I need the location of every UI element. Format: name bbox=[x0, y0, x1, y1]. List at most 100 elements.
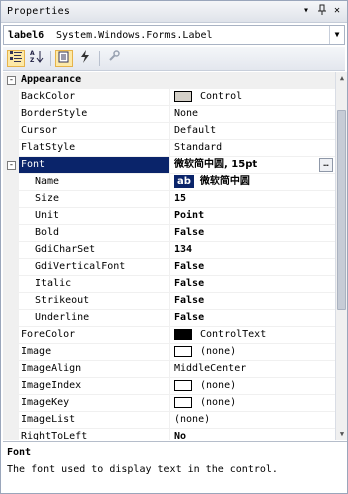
chevron-down-icon[interactable]: ▼ bbox=[329, 26, 344, 44]
property-value[interactable]: MiddleCenter bbox=[170, 361, 335, 378]
font-subproperty-row[interactable]: Italic False bbox=[3, 276, 335, 293]
row-gutter bbox=[3, 208, 19, 225]
property-name: ImageList bbox=[19, 412, 170, 429]
property-row[interactable]: BorderStyle None bbox=[3, 106, 335, 123]
font-subproperty-row[interactable]: Size 15 bbox=[3, 191, 335, 208]
color-swatch bbox=[174, 328, 192, 340]
property-value[interactable]: 微软简中圆, 15pt bbox=[170, 157, 335, 174]
property-value[interactable]: 134 bbox=[170, 242, 335, 259]
row-gutter bbox=[3, 191, 19, 208]
font-subproperty-row[interactable]: GdiVerticalFont False bbox=[3, 259, 335, 276]
property-value-text: (none) bbox=[200, 397, 237, 408]
row-gutter bbox=[3, 327, 19, 344]
scroll-up-icon[interactable]: ▲ bbox=[337, 73, 347, 83]
properties-icon bbox=[58, 51, 69, 63]
property-name: Name bbox=[19, 174, 170, 191]
toolbar-separator bbox=[99, 51, 100, 66]
property-value[interactable]: False bbox=[170, 225, 335, 242]
font-preview-badge: ab bbox=[174, 175, 194, 188]
font-subproperty-row[interactable]: GdiCharSet 134 bbox=[3, 242, 335, 259]
property-row[interactable]: ImageKey (none) bbox=[3, 395, 335, 412]
font-subproperty-row[interactable]: Underline False bbox=[3, 310, 335, 327]
property-row[interactable]: RightToLeft No bbox=[3, 429, 335, 440]
description-panel: Font The font used to display text in th… bbox=[3, 441, 347, 493]
property-name: ImageIndex bbox=[19, 378, 170, 395]
property-value-text: (none) bbox=[200, 346, 237, 357]
property-value[interactable]: (none) bbox=[170, 344, 335, 361]
property-value[interactable]: (none) bbox=[170, 412, 335, 429]
property-row[interactable]: Cursor Default bbox=[3, 123, 335, 140]
font-subproperty-row[interactable]: Unit Point bbox=[3, 208, 335, 225]
property-value[interactable]: False bbox=[170, 310, 335, 327]
property-value[interactable]: False bbox=[170, 276, 335, 293]
object-type: System.Windows.Forms.Label bbox=[56, 30, 213, 41]
vertical-scrollbar[interactable]: ▲ ▼ bbox=[335, 72, 347, 440]
collapse-icon[interactable]: - bbox=[7, 76, 16, 85]
property-value[interactable]: ControlText bbox=[170, 327, 335, 344]
property-pages-button[interactable] bbox=[105, 50, 123, 67]
row-gutter bbox=[3, 174, 19, 191]
svg-text:Z: Z bbox=[30, 57, 35, 63]
row-gutter bbox=[3, 242, 19, 259]
image-preview-swatch bbox=[174, 396, 192, 408]
property-value[interactable]: No bbox=[170, 429, 335, 440]
category-appearance[interactable]: - Appearance bbox=[3, 72, 335, 89]
object-selector[interactable]: label6 System.Windows.Forms.Label ▼ bbox=[3, 25, 345, 45]
scroll-down-icon[interactable]: ▼ bbox=[337, 429, 347, 439]
toolbar-separator bbox=[50, 51, 51, 66]
property-row[interactable]: ImageIndex (none) bbox=[3, 378, 335, 395]
alphabetical-button[interactable]: AZ bbox=[28, 50, 46, 67]
property-value[interactable]: Control bbox=[170, 89, 335, 106]
description-title: Font bbox=[7, 447, 32, 458]
row-gutter bbox=[3, 395, 19, 412]
property-row[interactable]: BackColor Control bbox=[3, 89, 335, 106]
categorized-button[interactable] bbox=[7, 50, 25, 67]
property-name: Size bbox=[19, 191, 170, 208]
color-swatch bbox=[174, 90, 192, 102]
property-row[interactable]: ImageAlign MiddleCenter bbox=[3, 361, 335, 378]
property-name: Italic bbox=[19, 276, 170, 293]
property-value[interactable]: Default bbox=[170, 123, 335, 140]
collapse-icon[interactable]: - bbox=[7, 161, 16, 170]
events-lightning-icon bbox=[81, 50, 89, 63]
property-name: ImageAlign bbox=[19, 361, 170, 378]
events-button[interactable] bbox=[76, 50, 94, 67]
property-row[interactable]: ForeColor ControlText bbox=[3, 327, 335, 344]
property-value-text: Control bbox=[200, 91, 243, 102]
properties-button[interactable] bbox=[55, 50, 73, 67]
row-gutter bbox=[3, 412, 19, 429]
property-name: GdiCharSet bbox=[19, 242, 170, 259]
property-value[interactable]: 15 bbox=[170, 191, 335, 208]
property-value[interactable]: ab 微软简中圆 bbox=[170, 174, 335, 191]
property-value[interactable]: (none) bbox=[170, 395, 335, 412]
close-icon[interactable]: ✕ bbox=[330, 4, 344, 18]
property-value-text: ControlText bbox=[200, 329, 267, 340]
scroll-thumb[interactable] bbox=[337, 110, 346, 310]
font-subproperty-row[interactable]: Name ab 微软简中圆 bbox=[3, 174, 335, 191]
property-value[interactable]: (none) bbox=[170, 378, 335, 395]
property-value[interactable]: False bbox=[170, 259, 335, 276]
property-value[interactable]: False bbox=[170, 293, 335, 310]
property-row-font[interactable]: - Font 微软简中圆, 15pt … bbox=[3, 157, 335, 174]
image-preview-swatch bbox=[174, 379, 192, 391]
property-name: Font bbox=[19, 157, 170, 174]
row-gutter bbox=[3, 429, 19, 440]
row-gutter bbox=[3, 123, 19, 140]
window-position-dropdown-icon[interactable]: ▾ bbox=[299, 4, 313, 18]
row-gutter bbox=[3, 344, 19, 361]
property-row[interactable]: ImageList (none) bbox=[3, 412, 335, 429]
property-value[interactable]: None bbox=[170, 106, 335, 123]
row-gutter bbox=[3, 259, 19, 276]
row-gutter bbox=[3, 310, 19, 327]
property-row[interactable]: FlatStyle Standard bbox=[3, 140, 335, 157]
window-title: Properties bbox=[7, 6, 71, 17]
ellipsis-button[interactable]: … bbox=[319, 158, 333, 172]
property-value[interactable]: Standard bbox=[170, 140, 335, 157]
font-subproperty-row[interactable]: Bold False bbox=[3, 225, 335, 242]
property-value[interactable]: Point bbox=[170, 208, 335, 225]
property-name: ImageKey bbox=[19, 395, 170, 412]
font-subproperty-row[interactable]: Strikeout False bbox=[3, 293, 335, 310]
property-name: GdiVerticalFont bbox=[19, 259, 170, 276]
property-row[interactable]: Image (none) bbox=[3, 344, 335, 361]
auto-hide-pin-icon[interactable] bbox=[315, 4, 329, 18]
